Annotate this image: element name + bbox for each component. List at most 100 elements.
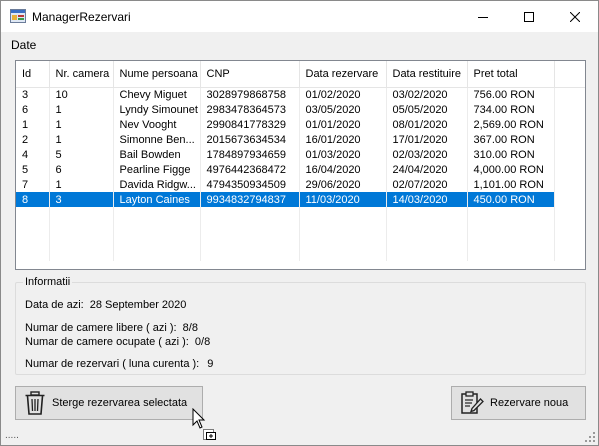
cell-total-price[interactable]: 2,569.00 RON	[467, 117, 555, 132]
empty-cell	[113, 243, 201, 261]
column-header-name[interactable]: Nume persoana	[113, 61, 201, 88]
cell-reservation-date[interactable]: 03/05/2020	[299, 102, 387, 117]
menu-bar: Date	[1, 32, 598, 56]
cell-id[interactable]: 8	[16, 192, 50, 207]
cell-name[interactable]: Bail Bowden	[113, 147, 201, 162]
cell-total-price[interactable]: 310.00 RON	[467, 147, 555, 162]
cell-return-date[interactable]: 05/05/2020	[386, 102, 468, 117]
cell-reservation-date[interactable]: 11/03/2020	[299, 192, 387, 207]
cell-cnp[interactable]: 1784897934659	[200, 147, 300, 162]
cell-cnp[interactable]: 4976442368472	[200, 162, 300, 177]
trash-icon	[24, 391, 46, 415]
cell-return-date[interactable]: 14/03/2020	[386, 192, 468, 207]
cell-cnp[interactable]: 4794350934509	[200, 177, 300, 192]
cell-return-date[interactable]: 24/04/2020	[386, 162, 468, 177]
today-date-label: Data de azi:	[25, 299, 84, 311]
cell-return-date[interactable]: 17/01/2020	[386, 132, 468, 147]
cell-name[interactable]: Davida Ridgw...	[113, 177, 201, 192]
cell-reservation-date[interactable]: 01/03/2020	[299, 147, 387, 162]
cell-cnp[interactable]: 3028979868758	[200, 87, 300, 102]
cell-total-price[interactable]: 4,000.00 RON	[467, 162, 555, 177]
maximize-button[interactable]	[506, 1, 552, 32]
column-header-reservation-date[interactable]: Data rezervare	[299, 61, 387, 88]
cell-reservation-date[interactable]: 16/04/2020	[299, 162, 387, 177]
cell-name[interactable]: Chevy Miguet	[113, 87, 201, 102]
new-reservation-button[interactable]: Rezervare noua	[451, 386, 586, 420]
cell-total-price[interactable]: 756.00 RON	[467, 87, 555, 102]
cell-filler	[554, 147, 585, 162]
cell-return-date[interactable]: 08/01/2020	[386, 117, 468, 132]
empty-row	[16, 243, 585, 261]
cell-id[interactable]: 5	[16, 162, 50, 177]
cell-total-price[interactable]: 450.00 RON	[467, 192, 555, 207]
cell-filler	[554, 102, 585, 117]
cell-name[interactable]: Simonne Ben...	[113, 132, 201, 147]
cell-room[interactable]: 3	[49, 192, 114, 207]
cell-cnp[interactable]: 2015673634534	[200, 132, 300, 147]
cell-reservation-date[interactable]: 29/06/2020	[299, 177, 387, 192]
table-row[interactable]: 2 1 Simonne Ben... 2015673634534 16/01/2020 1…	[16, 132, 585, 147]
cell-room[interactable]: 6	[49, 162, 114, 177]
cell-filler	[554, 117, 585, 132]
cell-id[interactable]: 2	[16, 132, 50, 147]
reservations-grid[interactable]: Id Nr. camera Nume persoana CNP Data rez…	[15, 60, 586, 270]
column-header-cnp[interactable]: CNP	[200, 61, 300, 88]
empty-cell	[200, 207, 300, 225]
cell-id[interactable]: 6	[16, 102, 50, 117]
cell-reservation-date[interactable]: 01/01/2020	[299, 117, 387, 132]
resize-grip-icon[interactable]	[584, 431, 596, 443]
column-header-room[interactable]: Nr. camera	[49, 61, 114, 88]
cell-return-date[interactable]: 03/02/2020	[386, 87, 468, 102]
cell-name[interactable]: Pearline Figge	[113, 162, 201, 177]
cell-name[interactable]: Lyndy Simounet	[113, 102, 201, 117]
empty-cell	[299, 243, 387, 261]
table-row[interactable]: 7 1 Davida Ridgw... 4794350934509 29/06/2020…	[16, 177, 585, 192]
cell-total-price[interactable]: 367.00 RON	[467, 132, 555, 147]
cell-cnp[interactable]: 9934832794837	[200, 192, 300, 207]
cell-return-date[interactable]: 02/03/2020	[386, 147, 468, 162]
table-row[interactable]: 4 5 Bail Bowden 1784897934659 01/03/2020 02/0…	[16, 147, 585, 162]
app-icon	[10, 9, 26, 23]
cell-reservation-date[interactable]: 16/01/2020	[299, 132, 387, 147]
table-row[interactable]: 1 1 Nev Vooght 2990841778329 01/01/2020 08/01…	[16, 117, 585, 132]
cell-room[interactable]: 1	[49, 117, 114, 132]
today-date-value: 28 September 2020	[89, 299, 187, 311]
menu-item-date[interactable]: Date	[11, 38, 36, 52]
column-header-total-price[interactable]: Pret total	[467, 61, 555, 88]
cell-return-date[interactable]: 02/07/2020	[386, 177, 468, 192]
cell-name[interactable]: Layton Caines	[113, 192, 201, 207]
cell-room[interactable]: 5	[49, 147, 114, 162]
table-row[interactable]: 6 1 Lyndy Simounet 2983478364573 03/05/2020 0…	[16, 102, 585, 117]
cell-id[interactable]: 7	[16, 177, 50, 192]
cell-name[interactable]: Nev Vooght	[113, 117, 201, 132]
cell-id[interactable]: 3	[16, 87, 50, 102]
empty-cell	[467, 225, 555, 243]
empty-cell	[467, 207, 555, 225]
cell-id[interactable]: 4	[16, 147, 50, 162]
empty-cell	[554, 225, 585, 243]
cell-total-price[interactable]: 734.00 RON	[467, 102, 555, 117]
cell-room[interactable]: 1	[49, 102, 114, 117]
delete-reservation-button[interactable]: Sterge rezervarea selectata	[15, 386, 203, 420]
cell-cnp[interactable]: 2990841778329	[200, 117, 300, 132]
reservations-count-label: Numar de rezervari ( luna curenta ):	[25, 358, 200, 370]
table-row[interactable]: 8 3 Layton Caines 9934832794837 11/03/2020 14…	[16, 192, 585, 207]
title-bar[interactable]: ManagerRezervari	[1, 1, 598, 32]
cell-room[interactable]: 1	[49, 177, 114, 192]
empty-cell	[16, 225, 50, 243]
cell-cnp[interactable]: 2983478364573	[200, 102, 300, 117]
empty-cell	[554, 207, 585, 225]
cell-reservation-date[interactable]: 01/02/2020	[299, 87, 387, 102]
table-row[interactable]: 5 6 Pearline Figge 4976442368472 16/04/2020 2…	[16, 162, 585, 177]
cell-room[interactable]: 10	[49, 87, 114, 102]
column-header-id[interactable]: Id	[16, 61, 50, 88]
table-row[interactable]: 3 10 Chevy Miguet 3028979868758 01/02/2020 03…	[16, 87, 585, 102]
cell-room[interactable]: 1	[49, 132, 114, 147]
close-button[interactable]	[552, 1, 598, 32]
empty-row	[16, 207, 585, 225]
column-header-return-date[interactable]: Data restituire	[386, 61, 468, 88]
cell-total-price[interactable]: 1,101.00 RON	[467, 177, 555, 192]
window-title: ManagerRezervari	[32, 10, 131, 24]
cell-id[interactable]: 1	[16, 117, 50, 132]
minimize-button[interactable]	[460, 1, 506, 32]
